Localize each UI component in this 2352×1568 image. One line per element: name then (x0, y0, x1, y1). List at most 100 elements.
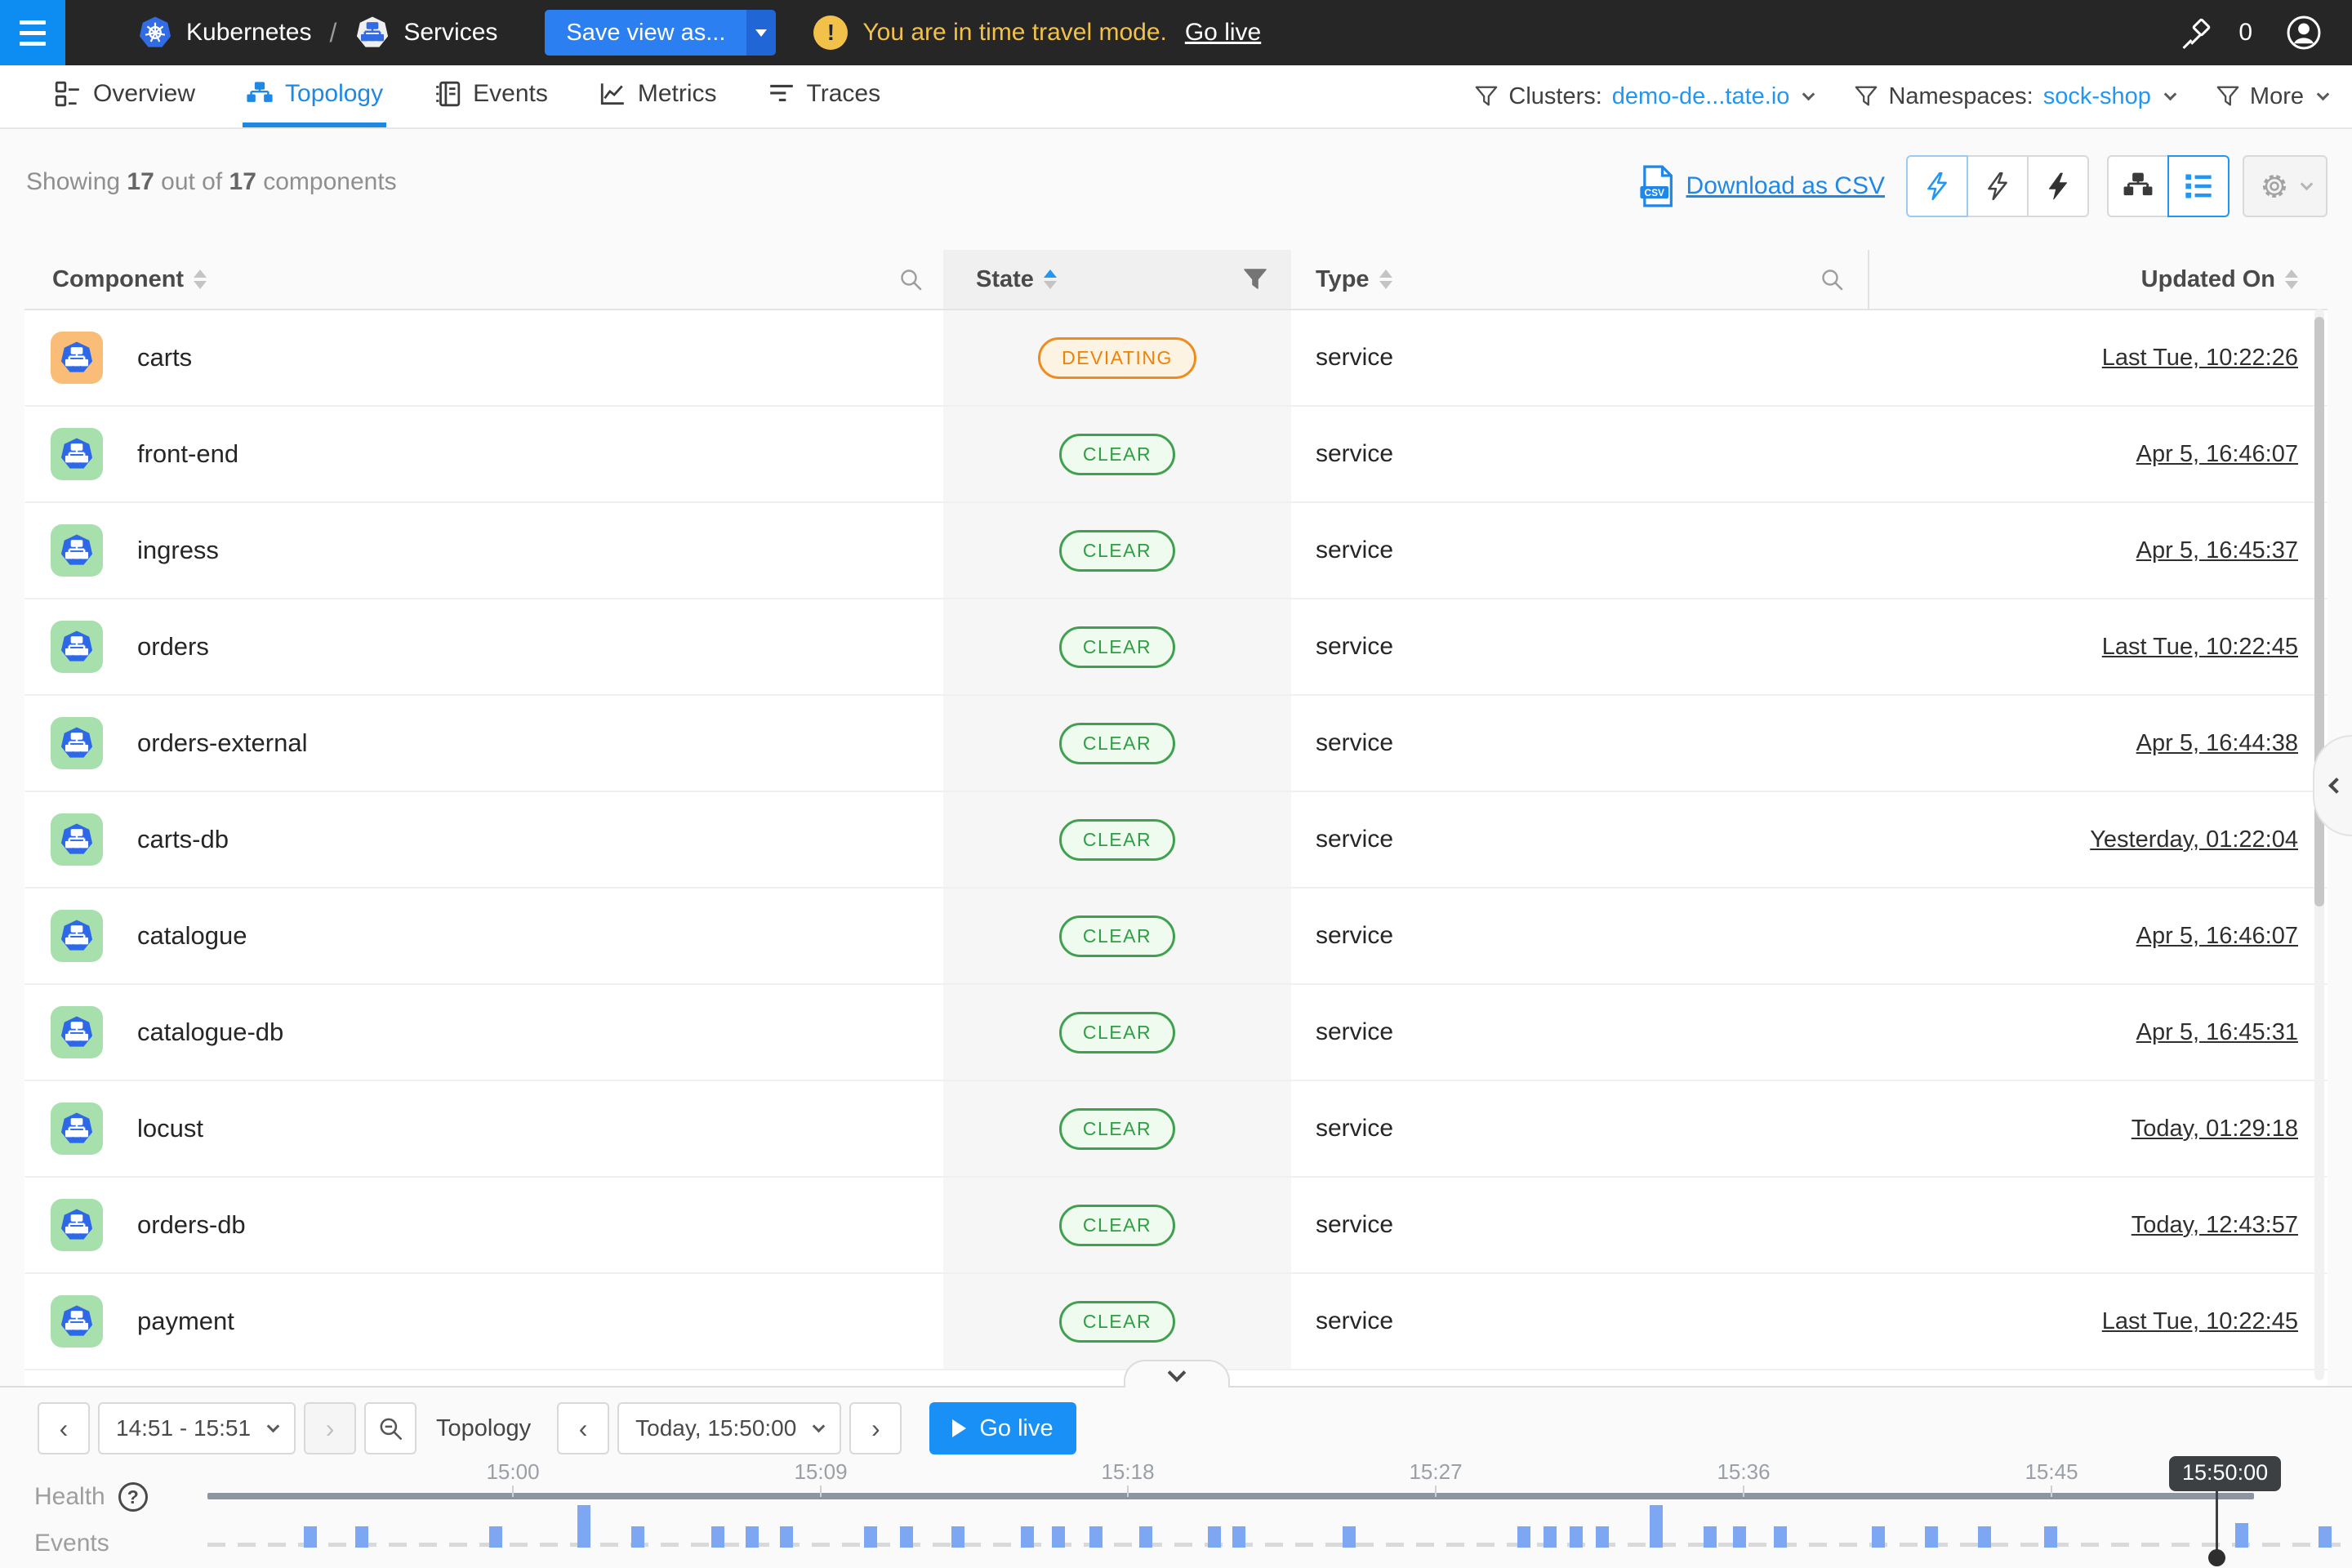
updated-link[interactable]: Last Tue, 10:22:26 (2102, 345, 2298, 372)
clusters-filter[interactable]: Clusters: demo-de...tate.io (1474, 83, 1813, 110)
updated-link[interactable]: Apr 5, 16:46:07 (2136, 441, 2298, 468)
bolt-filled-button[interactable] (2027, 155, 2089, 217)
save-view-as-label[interactable]: Save view as... (545, 10, 746, 56)
more-filters[interactable]: More (2216, 83, 2328, 110)
namespaces-value[interactable]: sock-shop (2043, 83, 2151, 110)
event-bar[interactable] (577, 1505, 590, 1548)
updated-link[interactable]: Last Tue, 10:22:45 (2102, 634, 2298, 661)
bolt-outline-active-button[interactable] (1906, 155, 1968, 217)
event-bar[interactable] (631, 1526, 644, 1548)
search-icon[interactable] (1819, 266, 1845, 292)
updated-link[interactable]: Today, 01:29:18 (2132, 1116, 2298, 1143)
download-csv-link[interactable]: CSV Download as CSV (1639, 165, 1885, 207)
go-live-link[interactable]: Go live (1185, 19, 1261, 47)
updated-link[interactable]: Apr 5, 16:44:38 (2136, 730, 2298, 757)
event-bar[interactable] (1872, 1526, 1885, 1548)
tab-traces[interactable]: Traces (764, 65, 884, 127)
updated-link[interactable]: Apr 5, 16:45:31 (2136, 1019, 2298, 1046)
list-view-button[interactable] (2167, 155, 2230, 217)
event-bar[interactable] (1021, 1526, 1034, 1548)
event-bar[interactable] (1570, 1526, 1583, 1548)
settings-dropdown-button[interactable] (2243, 155, 2328, 217)
hamburger-menu-button[interactable] (0, 0, 65, 65)
time-prev-button[interactable]: ‹ (557, 1402, 609, 1454)
table-row[interactable]: front-end CLEAR service Apr 5, 16:46:07 (24, 407, 2328, 503)
topology-view-button[interactable] (2107, 155, 2169, 217)
event-bar[interactable] (1733, 1526, 1746, 1548)
event-bar[interactable] (1978, 1526, 1991, 1548)
event-bar[interactable] (1704, 1526, 1717, 1548)
event-bar[interactable] (2319, 1526, 2332, 1548)
event-bar[interactable] (1544, 1526, 1557, 1548)
go-live-button[interactable]: Go live (929, 1402, 1076, 1454)
breadcrumb-services[interactable]: Services (403, 19, 497, 47)
sort-icon[interactable] (194, 270, 207, 289)
event-bar[interactable] (1232, 1526, 1245, 1548)
updated-link[interactable]: Apr 5, 16:46:07 (2136, 923, 2298, 950)
event-bar[interactable] (304, 1526, 317, 1548)
event-bar[interactable] (1596, 1526, 1609, 1548)
event-bar[interactable] (1139, 1526, 1152, 1548)
event-bar[interactable] (355, 1526, 368, 1548)
event-bar[interactable] (1208, 1526, 1221, 1548)
event-bar[interactable] (489, 1526, 502, 1548)
updated-link[interactable]: Yesterday, 01:22:04 (2090, 826, 2298, 853)
table-row[interactable]: orders-db CLEAR service Today, 12:43:57 (24, 1178, 2328, 1274)
event-bar[interactable] (711, 1526, 724, 1548)
column-header-type[interactable]: Type (1291, 250, 1868, 309)
playhead-tooltip[interactable]: 15:50:00 (2169, 1456, 2281, 1491)
event-bar[interactable] (2235, 1523, 2248, 1548)
timeline-collapse-tab[interactable] (1124, 1360, 1230, 1388)
timestamp-dropdown[interactable]: Today, 15:50:00 (617, 1402, 841, 1454)
table-row[interactable]: catalogue CLEAR service Apr 5, 16:46:07 (24, 889, 2328, 985)
tab-topology[interactable]: Topology (243, 65, 386, 127)
event-bar[interactable] (864, 1526, 877, 1548)
column-header-updated-on[interactable]: Updated On (1868, 250, 2328, 309)
event-bar[interactable] (1052, 1526, 1065, 1548)
event-bar[interactable] (746, 1526, 759, 1548)
pin-icon[interactable] (2181, 15, 2217, 51)
event-bar[interactable] (2044, 1526, 2057, 1548)
event-bar[interactable] (780, 1526, 793, 1548)
table-row[interactable]: catalogue-db CLEAR service Apr 5, 16:45:… (24, 985, 2328, 1081)
updated-link[interactable]: Last Tue, 10:22:45 (2102, 1308, 2298, 1335)
namespaces-filter[interactable]: Namespaces: sock-shop (1854, 83, 2174, 110)
column-header-component[interactable]: Component (24, 250, 943, 309)
tab-overview[interactable]: Overview (51, 65, 198, 127)
zoom-out-button[interactable] (364, 1402, 416, 1454)
sort-icon[interactable] (1379, 270, 1392, 289)
table-row[interactable]: carts DEVIATING service Last Tue, 10:22:… (24, 310, 2328, 407)
search-icon[interactable] (898, 266, 924, 292)
event-bar[interactable] (1925, 1526, 1938, 1548)
event-bar[interactable] (1774, 1526, 1787, 1548)
event-bar[interactable] (1517, 1526, 1530, 1548)
column-header-state[interactable]: State (943, 250, 1291, 309)
tab-metrics[interactable]: Metrics (595, 65, 720, 127)
table-row[interactable]: orders CLEAR service Last Tue, 10:22:45 (24, 599, 2328, 696)
state-filter-icon[interactable] (1242, 266, 1268, 292)
bolt-outline-button[interactable] (1967, 155, 2029, 217)
breadcrumb-kubernetes[interactable]: Kubernetes (186, 19, 311, 47)
event-bar[interactable] (951, 1526, 964, 1548)
range-prev-button[interactable]: ‹ (38, 1402, 90, 1454)
table-row[interactable]: carts-db CLEAR service Yesterday, 01:22:… (24, 792, 2328, 889)
playhead-line[interactable] (2216, 1485, 2218, 1557)
download-csv-label[interactable]: Download as CSV (1686, 172, 1885, 200)
event-bar[interactable] (1089, 1526, 1102, 1548)
user-avatar-icon[interactable] (2285, 14, 2323, 51)
time-next-button[interactable]: › (849, 1402, 902, 1454)
event-bar[interactable] (1650, 1505, 1663, 1548)
tab-events[interactable]: Events (430, 65, 551, 127)
help-icon[interactable]: ? (118, 1482, 148, 1512)
time-range-dropdown[interactable]: 14:51 - 15:51 (98, 1402, 296, 1454)
sort-icon[interactable] (2285, 270, 2298, 289)
save-view-as-button[interactable]: Save view as... (545, 10, 776, 56)
table-row[interactable]: locust CLEAR service Today, 01:29:18 (24, 1081, 2328, 1178)
table-row[interactable]: orders-external CLEAR service Apr 5, 16:… (24, 696, 2328, 792)
sort-icon-active[interactable] (1044, 270, 1057, 289)
save-view-caret[interactable] (746, 10, 776, 56)
updated-link[interactable]: Apr 5, 16:45:37 (2136, 537, 2298, 564)
clusters-value[interactable]: demo-de...tate.io (1612, 83, 1790, 110)
event-bar[interactable] (900, 1526, 913, 1548)
range-next-button[interactable]: › (304, 1402, 356, 1454)
